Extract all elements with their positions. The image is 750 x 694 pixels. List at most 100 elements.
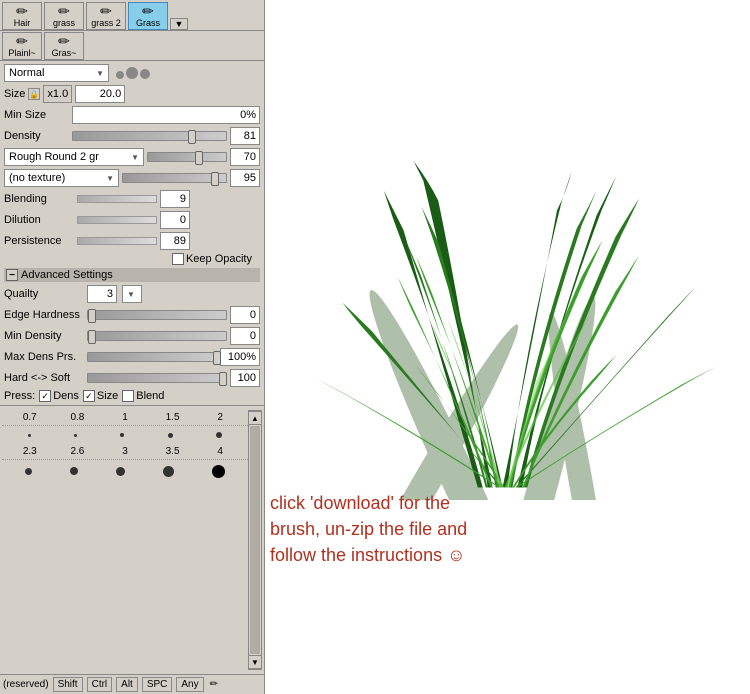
brush-type-slider[interactable] (147, 152, 227, 162)
keep-opacity-checkbox[interactable] (172, 253, 184, 265)
advanced-settings-label: Advanced Settings (21, 269, 113, 281)
dilution-slider[interactable] (77, 216, 157, 224)
persistence-label: Persistence (4, 235, 74, 247)
min-density-label: Min Density (4, 330, 84, 342)
quality-dropdown[interactable]: ▼ (122, 285, 142, 303)
min-density-value[interactable]: 0 (230, 327, 260, 345)
dot-07[interactable] (28, 434, 31, 437)
dots-panel: 0.7 0.8 1 1.5 2 2.3 2.6 (0, 405, 264, 674)
tab-grass2[interactable]: ✏ grass 2 (86, 2, 126, 30)
spc-btn[interactable]: SPC (142, 677, 173, 692)
grass-canvas (265, 0, 750, 500)
dot-label-26: 2.6 (58, 446, 96, 457)
blending-slider[interactable] (77, 195, 157, 203)
hard-soft-slider[interactable] (87, 373, 227, 383)
dot-26[interactable] (70, 467, 78, 475)
edge-hardness-label: Edge Hardness (4, 309, 84, 321)
dot-23[interactable] (25, 468, 32, 475)
persistence-value[interactable]: 89 (160, 232, 190, 250)
brush-type-dropdown[interactable]: Rough Round 2 gr ▼ (4, 148, 144, 166)
size-lock-btn[interactable]: 🔒 (28, 88, 40, 100)
instruction-line1: click 'download' for the (270, 490, 740, 516)
max-dens-prs-slider[interactable] (87, 352, 217, 362)
advanced-settings-header[interactable]: − Advanced Settings (4, 268, 260, 282)
tab-gras[interactable]: ✏ Gras~ (44, 32, 84, 60)
dots-scroll-down[interactable]: ▼ (248, 655, 262, 669)
texture-slider[interactable] (122, 173, 227, 183)
tab-gras-label: Gras~ (52, 48, 77, 58)
press-dens-wrap[interactable]: ✓ Dens (39, 390, 79, 402)
press-blend-label: Blend (136, 390, 164, 402)
instruction-line3: follow the instructions ☺ (270, 542, 740, 568)
dot-label-23: 2.3 (11, 446, 49, 457)
press-size-checkbox[interactable]: ✓ (83, 390, 95, 402)
size-value[interactable]: 20.0 (75, 85, 125, 103)
instruction-line2: brush, un-zip the file and (270, 516, 740, 542)
dot-35[interactable] (163, 466, 174, 477)
max-dens-prs-value[interactable]: 100% (220, 348, 260, 366)
alt-btn[interactable]: Alt (116, 677, 138, 692)
brush-icon-hair: ✏ (16, 4, 28, 18)
dot-15[interactable] (168, 433, 173, 438)
blending-value[interactable]: 9 (160, 190, 190, 208)
advanced-settings-toggle[interactable]: − (6, 269, 18, 281)
blending-label: Blending (4, 193, 74, 205)
brush-size-bumps (116, 67, 150, 79)
density-value[interactable]: 81 (230, 127, 260, 145)
dot-08[interactable] (74, 434, 77, 437)
density-slider[interactable] (72, 131, 227, 141)
tab-grass[interactable]: ✏ grass (44, 2, 84, 30)
keep-opacity-wrap[interactable]: Keep Opacity (172, 253, 252, 265)
brush-icon-grass: ✏ (58, 4, 70, 18)
tabs-scroll-btn[interactable]: ▼ (170, 18, 188, 30)
tab-grass-label: grass (53, 18, 75, 28)
press-blend-checkbox[interactable] (122, 390, 134, 402)
tab-grass-active[interactable]: ✏ Grass (128, 2, 168, 30)
brush-icon-plain: ✏ (16, 34, 28, 48)
brush-type-arrow: ▼ (129, 153, 141, 162)
tab-hair[interactable]: ✏ Hair (2, 2, 42, 30)
dot-label-1: 1 (106, 412, 144, 423)
min-size-value[interactable]: 0% (72, 106, 260, 124)
dot-3[interactable] (116, 467, 125, 476)
dot-row-dots-2 (2, 460, 248, 482)
ctrl-btn[interactable]: Ctrl (87, 677, 113, 692)
dot-label-08: 0.8 (58, 412, 96, 423)
any-btn[interactable]: Any (176, 677, 203, 692)
dot-2[interactable] (216, 432, 222, 438)
hard-soft-value[interactable]: 100 (230, 369, 260, 387)
edit-icon-btn[interactable]: ✏ (210, 679, 218, 690)
dots-scrollbar: ▲ ▼ (248, 410, 262, 670)
press-dens-checkbox[interactable]: ✓ (39, 390, 51, 402)
press-size-wrap[interactable]: ✓ Size (83, 390, 118, 402)
quality-value[interactable]: 3 (87, 285, 117, 303)
pencil-icon: ✏ (210, 679, 218, 690)
press-blend-wrap[interactable]: Blend (122, 390, 164, 402)
dot-row-labels-2: 2.3 2.6 3 3.5 4 (2, 444, 248, 460)
blend-mode-arrow: ▼ (94, 69, 106, 78)
tab-plain-label: Plainl~ (8, 48, 35, 58)
dilution-value[interactable]: 0 (160, 211, 190, 229)
texture-value-num[interactable]: 95 (230, 169, 260, 187)
tab-plain[interactable]: ✏ Plainl~ (2, 32, 42, 60)
texture-dropdown[interactable]: (no texture) ▼ (4, 169, 119, 187)
tab-grass-active-label: Grass (136, 18, 160, 28)
min-density-slider[interactable] (87, 331, 227, 341)
edge-hardness-slider[interactable] (87, 310, 227, 320)
brush-type-value-num[interactable]: 70 (230, 148, 260, 166)
tab-hair-label: Hair (14, 18, 31, 28)
persistence-slider[interactable] (77, 237, 157, 245)
dots-scroll-up[interactable]: ▲ (248, 411, 262, 425)
brush-icon-grass2: ✏ (100, 4, 112, 18)
dot-label-2: 2 (201, 412, 239, 423)
dot-row-labels-1: 0.7 0.8 1 1.5 2 (2, 410, 248, 426)
size-multiplier[interactable]: x1.0 (43, 85, 72, 103)
dot-label-07: 0.7 (11, 412, 49, 423)
dot-1[interactable] (120, 433, 124, 437)
press-size-label: Size (97, 390, 118, 402)
blend-mode-dropdown[interactable]: Normal ▼ (4, 64, 109, 82)
density-label: Density (4, 130, 69, 142)
edge-hardness-value[interactable]: 0 (230, 306, 260, 324)
dot-4-selected[interactable] (212, 465, 225, 478)
shift-btn[interactable]: Shift (53, 677, 83, 692)
